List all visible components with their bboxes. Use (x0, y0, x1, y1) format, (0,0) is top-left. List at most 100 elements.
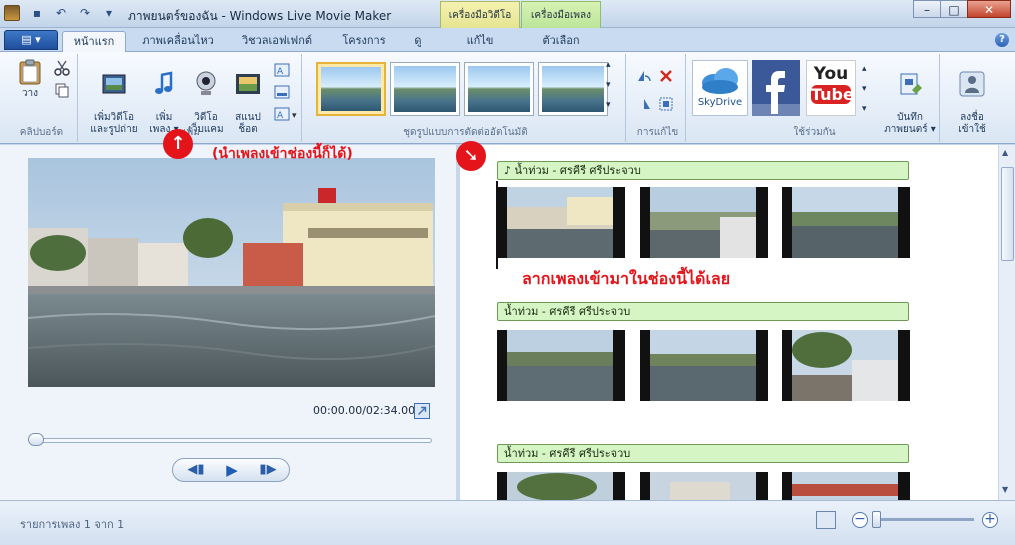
context-tab-video-tools: เครื่องมือวิดีโอ (440, 1, 520, 28)
copy-icon[interactable] (54, 82, 70, 98)
scroll-up-arrow-icon[interactable]: ▲ (1002, 148, 1008, 157)
video-clip[interactable] (640, 330, 768, 401)
zoom-slider-track[interactable] (876, 518, 974, 521)
movie-maker-app-icon[interactable] (4, 5, 20, 21)
app-menu-button[interactable]: ▤ ▾ (4, 30, 58, 50)
ribbon: วาง คลิปบอร์ด เพิ่มวิดีโอ และรูปถ่าย เพิ… (0, 52, 1015, 144)
group-label-editing: การแก้ไข (636, 127, 679, 138)
video-clip[interactable] (497, 472, 625, 500)
clip-thumbnail (507, 472, 613, 500)
zoom-out-icon[interactable]: − (852, 512, 868, 528)
scroll-down-icon[interactable]: ▾ (606, 80, 622, 96)
skydrive-cloud-icon (702, 68, 738, 94)
video-clip[interactable] (640, 187, 768, 258)
more-themes-icon[interactable]: ▾ (606, 100, 622, 116)
video-clip[interactable] (782, 330, 910, 401)
tab-view[interactable]: ดู (404, 31, 432, 52)
ribbon-tab-bar: ▤ ▾ หน้าแรก ภาพเคลื่อนไหว วิชวลเอฟเฟกต์ … (0, 28, 1015, 52)
tab-visual-effects[interactable]: วิชวลเอฟเฟกต์ (232, 31, 322, 52)
clipboard-icon (19, 59, 41, 85)
group-sharing: SkyDrive You Tube ▴ ▾ ▾ บันทึก ภาพยนตร์ … (690, 54, 940, 142)
quick-access-toolbar: ▪ ↶ ↷ ▾ (28, 5, 118, 21)
tab-edit[interactable]: แก้ไข (444, 31, 516, 52)
theme-thumbnail (394, 66, 456, 112)
play-icon[interactable]: ▶ (215, 462, 249, 478)
zoom-in-icon[interactable]: + (982, 512, 998, 528)
webcam-icon (196, 71, 216, 95)
playback-controls: ◀▮ ▶ ▮▶ (172, 458, 290, 482)
drag-music-hint: ลากเพลงเข้ามาในช่องนี้ได้เลย (522, 269, 731, 288)
select-all-icon[interactable] (658, 96, 674, 112)
minimize-button[interactable]: – (913, 0, 941, 18)
video-clip[interactable] (497, 330, 625, 401)
rotate-left-icon[interactable] (636, 68, 652, 84)
previous-frame-icon[interactable]: ◀▮ (179, 462, 213, 478)
group-automovie-themes: ▴ ▾ ▾ ชุดรูปแบบการตัดต่ออัตโนมัติ (306, 54, 626, 142)
clip-thumbnail (792, 187, 898, 258)
help-icon[interactable]: ? (995, 33, 1009, 47)
rotate-right-icon[interactable] (636, 96, 652, 112)
right-arrow-annotation-icon: ➘ (456, 141, 486, 171)
next-frame-icon[interactable]: ▮▶ (251, 462, 285, 478)
preview-pane: 00:00.00/02:34.00 ◀▮ ▶ ▮▶ (0, 145, 460, 500)
add-caption-icon[interactable] (274, 84, 290, 100)
snapshot-icon (236, 74, 260, 94)
video-preview[interactable] (28, 158, 435, 387)
sign-in-button[interactable]: ลงชื่อ เข้าใช้ (948, 58, 996, 136)
status-text: รายการเพลง 1 จาก 1 (20, 518, 125, 531)
maximize-button[interactable]: □ (940, 0, 968, 18)
add-title-icon[interactable]: A (274, 62, 290, 78)
tab-project[interactable]: โครงการ (334, 31, 394, 52)
undo-icon[interactable]: ↶ (52, 5, 70, 21)
group-label-sharing: ใช้ร่วมกัน (793, 127, 836, 138)
group-label-themes: ชุดรูปแบบการตัดต่ออัตโนมัติ (403, 127, 528, 138)
context-tab-music-tools: เครื่องมือเพลง (521, 1, 601, 28)
save-icon[interactable]: ▪ (28, 5, 46, 21)
scroll-up-icon[interactable]: ▴ (606, 60, 622, 76)
seek-bar[interactable] (30, 438, 432, 443)
clip-thumbnail (650, 187, 756, 258)
clip-thumbnail (650, 330, 756, 401)
seek-thumb[interactable] (28, 433, 44, 446)
video-clip[interactable] (782, 472, 910, 500)
close-button[interactable]: ✕ (967, 0, 1011, 18)
remove-icon[interactable] (658, 68, 674, 84)
add-credits-icon[interactable]: A ▾ (274, 106, 300, 122)
music-track-bar[interactable]: ♪ น้ำท่วม - ศรคีรี ศรีประจวบ (497, 161, 909, 180)
video-clip[interactable] (782, 187, 910, 258)
thumbnail-size-icon[interactable] (816, 511, 836, 529)
scrollbar-thumb[interactable] (1001, 167, 1014, 261)
share-scroll-up-icon[interactable]: ▴ (862, 64, 878, 80)
theme-default[interactable] (316, 62, 386, 116)
zoom-slider-thumb[interactable] (872, 511, 881, 528)
facebook-button[interactable] (752, 60, 800, 116)
paste-button[interactable]: วาง (12, 58, 48, 100)
scroll-down-arrow-icon[interactable]: ▼ (1002, 485, 1008, 494)
video-clip[interactable] (497, 187, 625, 258)
tab-options[interactable]: ตัวเลือก (525, 31, 597, 52)
customize-qat-icon[interactable]: ▾ (100, 5, 118, 21)
storyboard: ♪ น้ำท่วม - ศรคีรี ศรีประจวบ น้ำท่วม - ศ… (464, 145, 998, 500)
share-more-icon[interactable]: ▾ (862, 104, 878, 120)
storyboard-scrollbar[interactable]: ▲ ▼ (998, 145, 1015, 500)
theme-contemporary[interactable] (390, 62, 460, 116)
music-track-bar[interactable]: น้ำท่วม - ศรคีรี ศรีประจวบ (497, 302, 909, 321)
theme-fade[interactable] (538, 62, 608, 116)
skydrive-button[interactable]: SkyDrive (692, 60, 748, 116)
status-bar: รายการเพลง 1 จาก 1 − + (0, 500, 1015, 545)
theme-cinematic[interactable] (464, 62, 534, 116)
group-sign-in: ลงชื่อ เข้าใช้ (944, 54, 1000, 142)
cut-icon[interactable] (54, 60, 70, 76)
share-scroll-down-icon[interactable]: ▾ (862, 84, 878, 100)
save-movie-icon (900, 73, 922, 95)
clip-thumbnail (792, 330, 898, 401)
redo-icon[interactable]: ↷ (76, 5, 94, 21)
expand-preview-icon[interactable] (414, 403, 430, 419)
youtube-button[interactable]: You Tube (806, 60, 856, 116)
film-photo-icon (102, 74, 126, 94)
group-clipboard: วาง คลิปบอร์ด (6, 54, 78, 142)
music-track-bar[interactable]: น้ำท่วม - ศรคีรี ศรีประจวบ (497, 444, 909, 463)
video-clip[interactable] (640, 472, 768, 500)
tab-home[interactable]: หน้าแรก (62, 31, 126, 52)
tab-animations[interactable]: ภาพเคลื่อนไหว (134, 31, 222, 52)
